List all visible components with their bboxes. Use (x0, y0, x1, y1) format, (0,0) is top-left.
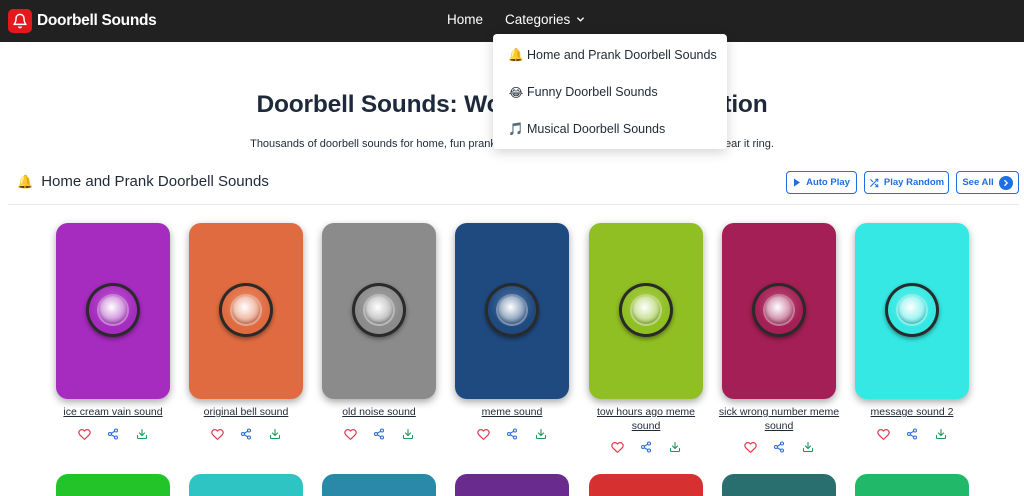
section-divider (8, 204, 1019, 205)
share-icon[interactable] (772, 440, 786, 454)
sound-actions (343, 427, 415, 441)
nav-categories-toggle[interactable]: Categories (505, 12, 585, 27)
heart-icon[interactable] (77, 427, 91, 441)
section-header: 🔔 Home and Prank Doorbell Sounds (17, 173, 269, 190)
play-random-label: Play Random (883, 177, 945, 188)
share-icon[interactable] (106, 427, 120, 441)
sound-name-link[interactable]: old noise sound (317, 406, 441, 420)
sound-card[interactable] (855, 474, 969, 496)
chevron-down-icon (577, 17, 585, 22)
download-icon[interactable] (934, 427, 948, 441)
sound-card[interactable] (855, 223, 969, 399)
shuffle-icon (870, 178, 879, 187)
sound-card[interactable] (455, 223, 569, 399)
bell-logo-icon (8, 9, 32, 33)
dropdown-item-home-prank[interactable]: 🔔 Home and Prank Doorbell Sounds (508, 46, 717, 64)
doorbell-button-icon[interactable] (619, 283, 673, 337)
download-icon[interactable] (268, 427, 282, 441)
section-title: Home and Prank Doorbell Sounds (41, 173, 269, 190)
page-title-end: tion (723, 91, 768, 118)
auto-play-button[interactable]: Auto Play (786, 171, 857, 194)
sound-actions (77, 427, 149, 441)
download-icon[interactable] (401, 427, 415, 441)
dropdown-item-label: Funny Doorbell Sounds (527, 85, 658, 99)
page-subtitle-end: ear it ring. (724, 138, 774, 150)
sound-card[interactable] (189, 223, 303, 399)
share-icon[interactable] (639, 440, 653, 454)
heart-icon[interactable] (476, 427, 490, 441)
sound-card[interactable] (56, 474, 170, 496)
doorbell-button-icon[interactable] (86, 283, 140, 337)
sound-card[interactable] (56, 223, 170, 399)
heart-icon[interactable] (743, 440, 757, 454)
page-title-start: Doorbell Sounds: Wo (256, 91, 502, 118)
nav-home-link[interactable]: Home (447, 12, 483, 27)
auto-play-label: Auto Play (806, 177, 850, 188)
doorbell-button-icon[interactable] (219, 283, 273, 337)
sound-card[interactable] (322, 223, 436, 399)
download-icon[interactable] (801, 440, 815, 454)
arrow-right-icon (998, 175, 1013, 190)
download-icon[interactable] (668, 440, 682, 454)
laughing-emoji-icon: 😂 (508, 85, 524, 100)
nav-categories-label: Categories (505, 12, 571, 27)
categories-dropdown: 🔔 Home and Prank Doorbell Sounds 😂 Funny… (493, 34, 727, 149)
sound-name-link[interactable]: ice cream vain sound (51, 406, 175, 420)
dropdown-item-label: Musical Doorbell Sounds (527, 122, 666, 136)
sound-actions (610, 440, 682, 454)
heart-icon[interactable] (876, 427, 890, 441)
doorbell-button-icon[interactable] (485, 283, 539, 337)
share-icon[interactable] (905, 427, 919, 441)
sound-name-link[interactable]: original bell sound (184, 406, 308, 420)
sound-name-link[interactable]: message sound 2 (850, 406, 974, 420)
sound-card[interactable] (722, 223, 836, 399)
dropdown-item-funny[interactable]: 😂 Funny Doorbell Sounds (509, 83, 658, 101)
heart-icon[interactable] (343, 427, 357, 441)
sound-actions (876, 427, 948, 441)
doorbell-button-icon[interactable] (885, 283, 939, 337)
sound-name-link[interactable]: tow hours ago meme sound (584, 406, 708, 433)
page-subtitle-start: Thousands of doorbell sounds for home, f… (250, 138, 499, 150)
download-icon[interactable] (135, 427, 149, 441)
see-all-label: See All (962, 177, 994, 188)
doorbell-button-icon[interactable] (352, 283, 406, 337)
share-icon[interactable] (505, 427, 519, 441)
sound-actions (743, 440, 815, 454)
share-icon[interactable] (372, 427, 386, 441)
bell-emoji-icon: 🔔 (508, 47, 524, 62)
play-icon (794, 178, 801, 187)
sound-card[interactable] (189, 474, 303, 496)
dropdown-item-musical[interactable]: 🎵 Musical Doorbell Sounds (508, 120, 666, 138)
bell-emoji-icon: 🔔 (17, 173, 34, 189)
sound-name-link[interactable]: sick wrong number meme sound (717, 406, 841, 433)
download-icon[interactable] (534, 427, 548, 441)
sound-card[interactable] (722, 474, 836, 496)
doorbell-button-icon[interactable] (752, 283, 806, 337)
dropdown-item-label: Home and Prank Doorbell Sounds (527, 48, 717, 62)
play-random-button[interactable]: Play Random (864, 171, 949, 194)
share-icon[interactable] (239, 427, 253, 441)
sound-actions (210, 427, 282, 441)
sound-actions (476, 427, 548, 441)
brand-name: Doorbell Sounds (37, 12, 157, 29)
sound-card[interactable] (589, 474, 703, 496)
heart-icon[interactable] (610, 440, 624, 454)
sound-card[interactable] (322, 474, 436, 496)
see-all-button[interactable]: See All (956, 171, 1019, 194)
sound-card[interactable] (589, 223, 703, 399)
heart-icon[interactable] (210, 427, 224, 441)
sound-card[interactable] (455, 474, 569, 496)
brand[interactable]: Doorbell Sounds (8, 7, 157, 35)
sound-name-link[interactable]: meme sound (450, 406, 574, 420)
music-note-emoji-icon: 🎵 (508, 121, 524, 136)
